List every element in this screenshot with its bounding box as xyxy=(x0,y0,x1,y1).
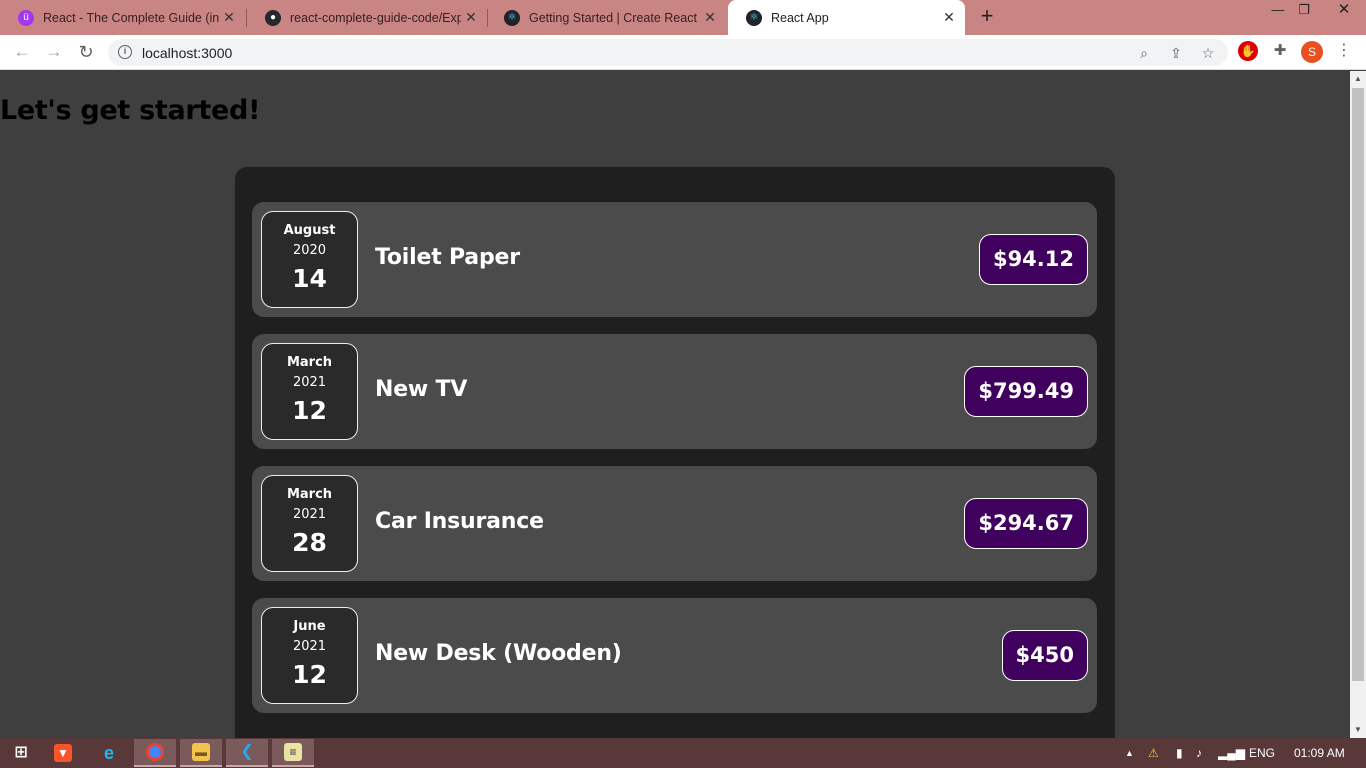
expense-price: $294.67 xyxy=(964,498,1088,549)
signal-icon[interactable]: ▂▄▆ xyxy=(1218,746,1245,760)
expense-title: Car Insurance xyxy=(375,509,544,534)
expense-day: 12 xyxy=(292,660,327,689)
expense-date: June 2021 12 xyxy=(261,607,358,704)
expense-item: June 2021 12 New Desk (Wooden) $450 xyxy=(252,598,1097,713)
ie-e-icon: e xyxy=(103,743,114,763)
vscode-logo-icon: ❮ xyxy=(240,743,254,760)
brave-lion-icon: ▼ xyxy=(54,744,72,762)
expense-day: 14 xyxy=(292,264,327,293)
clock[interactable]: 01:09 AM xyxy=(1294,746,1345,760)
expense-title: Toilet Paper xyxy=(375,245,520,270)
expense-price: $799.49 xyxy=(964,366,1088,417)
tab-strip: ü React - The Complete Guide (incl ✕ ● r… xyxy=(0,0,1366,35)
scroll-thumb[interactable] xyxy=(1352,88,1364,681)
expense-date: August 2020 14 xyxy=(261,211,358,308)
site-info-icon[interactable]: i xyxy=(118,45,132,59)
notepad-logo-icon: ≡ xyxy=(284,743,302,761)
expense-title: New Desk (Wooden) xyxy=(375,641,622,666)
close-tab-icon[interactable]: ✕ xyxy=(461,9,481,26)
tray-expand-icon[interactable]: ▲ xyxy=(1125,748,1134,758)
expense-day: 28 xyxy=(292,528,327,557)
expense-item: August 2020 14 Toilet Paper $94.12 xyxy=(252,202,1097,317)
tab-title: React - The Complete Guide (incl xyxy=(43,10,219,25)
expense-month: August xyxy=(283,223,336,238)
adblock-extension-icon[interactable]: ✋ xyxy=(1238,41,1258,61)
url-text[interactable]: localhost:3000 xyxy=(142,45,232,61)
react-icon: ⚛ xyxy=(504,9,520,26)
file-explorer-icon[interactable]: ▬ xyxy=(180,739,222,767)
vertical-scrollbar[interactable]: ▲ ▼ xyxy=(1350,71,1366,738)
windows-taskbar: ⊞ ▼ e ▬ ❮ ≡ ▲ ⚠ ▮ ♪ ▂▄▆ ENG 01:09 AM xyxy=(0,738,1366,768)
expense-day: 12 xyxy=(292,396,327,425)
close-window-icon[interactable]: ✕ xyxy=(1324,0,1364,30)
expense-price: $450 xyxy=(1001,630,1088,681)
internet-explorer-icon[interactable]: e xyxy=(88,739,130,767)
tab-title: react-complete-guide-code/Expe xyxy=(290,10,461,25)
expense-item: March 2021 12 New TV $799.49 xyxy=(252,334,1097,449)
expense-title: New TV xyxy=(375,377,468,402)
address-bar[interactable]: i localhost:3000 ⌕ ⇪ ☆ xyxy=(108,39,1228,66)
github-icon: ● xyxy=(265,9,281,26)
expense-year: 2021 xyxy=(292,639,327,654)
scroll-up-arrow-icon[interactable]: ▲ xyxy=(1350,71,1366,87)
tab-udemy[interactable]: ü React - The Complete Guide (incl ✕ xyxy=(0,0,245,35)
reload-icon[interactable]: ↻ xyxy=(74,41,98,65)
forward-arrow-icon[interactable]: → xyxy=(42,41,66,65)
tab-title: React App xyxy=(771,10,829,25)
profile-avatar[interactable]: S xyxy=(1301,41,1323,63)
browser-toolbar: ← → ↻ i localhost:3000 ⌕ ⇪ ☆ ✋ ✚ S ⋮ xyxy=(0,35,1366,70)
expense-year: 2020 xyxy=(292,243,327,258)
minimize-icon[interactable]: — xyxy=(1265,0,1291,30)
back-arrow-icon[interactable]: ← xyxy=(10,41,34,65)
expense-month: March xyxy=(286,487,333,502)
close-tab-icon[interactable]: ✕ xyxy=(939,9,959,26)
page-viewport: Let's get started! August 2020 14 Toilet… xyxy=(0,71,1350,738)
language-indicator[interactable]: ENG xyxy=(1249,746,1275,760)
expense-item: March 2021 28 Car Insurance $294.67 xyxy=(252,466,1097,581)
page-heading: Let's get started! xyxy=(0,95,261,126)
chrome-icon[interactable] xyxy=(134,739,176,767)
new-tab-button[interactable]: + xyxy=(975,5,999,29)
vscode-icon[interactable]: ❮ xyxy=(226,739,268,767)
network-warning-icon[interactable]: ⚠ xyxy=(1148,746,1159,760)
volume-icon[interactable]: ♪ xyxy=(1196,746,1202,760)
tab-react-app[interactable]: ⚛ React App ✕ xyxy=(728,0,965,35)
expense-month: June xyxy=(293,619,326,634)
expense-month: March xyxy=(286,355,333,370)
brave-icon[interactable]: ▼ xyxy=(42,739,84,767)
expense-date: March 2021 28 xyxy=(261,475,358,572)
tab-create-react-app[interactable]: ⚛ Getting Started | Create React Ap ✕ xyxy=(486,0,726,35)
react-icon: ⚛ xyxy=(746,9,762,26)
folder-icon: ▬ xyxy=(192,743,210,761)
share-icon[interactable]: ⇪ xyxy=(1167,45,1185,63)
chrome-logo-icon xyxy=(146,743,164,761)
scroll-down-arrow-icon[interactable]: ▼ xyxy=(1350,722,1366,738)
expense-date: March 2021 12 xyxy=(261,343,358,440)
close-tab-icon[interactable]: ✕ xyxy=(700,9,720,26)
expense-year: 2021 xyxy=(292,375,327,390)
expenses-card: August 2020 14 Toilet Paper $94.12 March… xyxy=(235,167,1115,738)
menu-kebab-icon[interactable]: ⋮ xyxy=(1336,42,1352,62)
expense-year: 2021 xyxy=(292,507,327,522)
udemy-icon: ü xyxy=(18,9,34,26)
expense-price: $94.12 xyxy=(978,234,1088,285)
tab-github[interactable]: ● react-complete-guide-code/Expe ✕ xyxy=(247,0,487,35)
windows-logo-icon: ⊞ xyxy=(14,744,28,761)
tab-title: Getting Started | Create React Ap xyxy=(529,10,700,25)
bookmark-star-icon[interactable]: ☆ xyxy=(1199,45,1217,63)
extensions-puzzle-icon[interactable]: ✚ xyxy=(1270,41,1290,61)
zoom-icon[interactable]: ⌕ xyxy=(1135,45,1153,63)
close-tab-icon[interactable]: ✕ xyxy=(219,9,239,26)
restore-icon[interactable]: ❐ xyxy=(1291,0,1317,30)
notepad-icon[interactable]: ≡ xyxy=(272,739,314,767)
windows-start-icon[interactable]: ⊞ xyxy=(0,739,42,767)
battery-icon[interactable]: ▮ xyxy=(1176,746,1183,760)
